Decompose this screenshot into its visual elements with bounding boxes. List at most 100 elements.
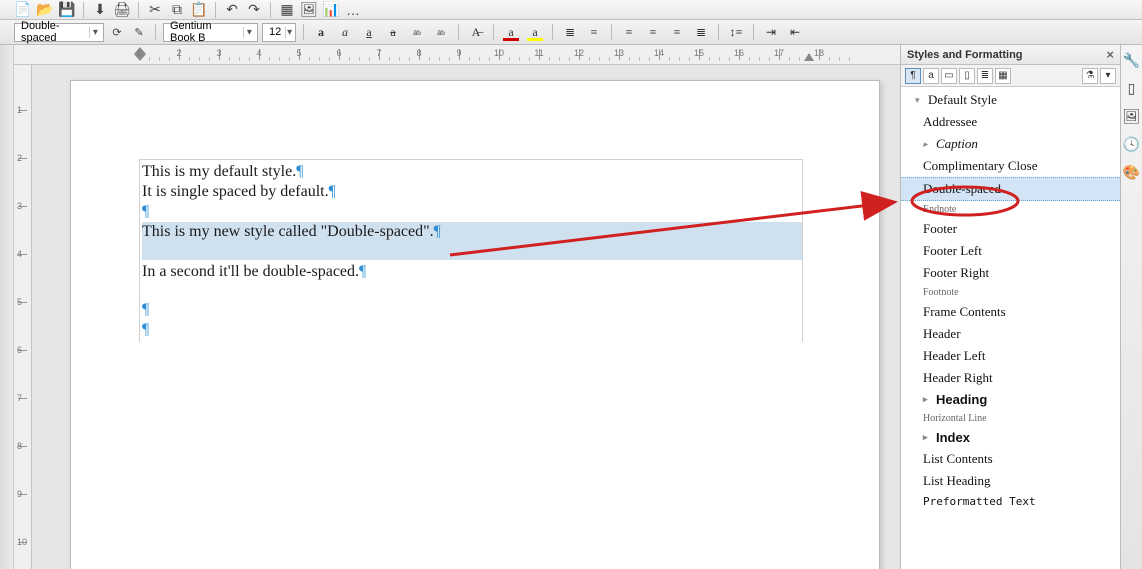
image-icon[interactable]: 🖼 [300,1,318,19]
list-styles-button[interactable]: ≣ [977,68,993,84]
redo-icon[interactable]: ↷ [245,1,263,19]
style-item-header[interactable]: Header [901,323,1120,345]
wrench-icon[interactable]: 🔧 [1123,51,1141,69]
style-item-index[interactable]: ▸Index [901,427,1120,448]
frame-styles-button[interactable]: ▭ [941,68,957,84]
style-item-footer-right[interactable]: Footer Right [901,262,1120,284]
open-icon[interactable]: 📂 [36,1,54,19]
decrease-indent-button[interactable]: ⇤ [785,22,805,42]
superscript-button[interactable]: ab [407,22,427,42]
formatting-toolbar: Double-spaced ▾ ⟳ ✎ Gentium Book B ▾ 12 … [0,20,1142,45]
doc-line[interactable]: It is single spaced by default.¶ [142,182,800,202]
style-item-heading[interactable]: ▸Heading [901,389,1120,410]
document-canvas[interactable]: This is my default style.¶ It is single … [32,65,900,569]
underline-button[interactable]: a [359,22,379,42]
align-center-button[interactable]: ≡ [643,22,663,42]
toolbar-more-icon[interactable]: … [344,1,362,19]
styles-list[interactable]: ▾Default Style Addressee ▸Caption Compli… [901,87,1120,569]
navigator-icon[interactable]: 🕓 [1123,135,1141,153]
fill-format-button[interactable]: ⚗ [1082,68,1098,84]
style-item-double-spaced[interactable]: Double-spaced [901,177,1120,201]
style-item-default[interactable]: ▾Default Style [901,89,1120,111]
paragraph-styles-button[interactable]: ¶ [905,68,921,84]
doc-line[interactable]: In a second it'll be double-spaced.¶ [142,262,800,282]
doc-line[interactable]: ¶ [142,202,800,222]
font-size-combo[interactable]: 12 ▾ [262,23,296,42]
undo-icon[interactable]: ↶ [223,1,241,19]
styles-sidebar: Styles and Formatting × ¶ a ▭ ▯ ≣ ▦ ⚗ ▾ … [900,45,1120,569]
chart-icon[interactable]: 📊 [322,1,340,19]
style-item-footnote[interactable]: Footnote [901,284,1120,301]
export-pdf-icon[interactable]: ⬇ [91,1,109,19]
paragraph-style-combo[interactable]: Double-spaced ▾ [14,23,104,42]
sidebar-header: Styles and Formatting × [901,45,1120,65]
clear-format-button[interactable]: A̶ [466,22,486,42]
right-icon-rail: 🔧 ▯ 🖼 🕓 🎨 [1120,45,1142,569]
style-item-list-heading[interactable]: List Heading [901,470,1120,492]
close-icon[interactable]: × [1106,47,1114,62]
page-styles-button[interactable]: ▯ [959,68,975,84]
sidebar-toolbar: ¶ a ▭ ▯ ≣ ▦ ⚗ ▾ [901,65,1120,87]
font-size-value: 12 [269,26,281,38]
highlight-button[interactable]: a [525,22,545,42]
style-item-caption[interactable]: ▸Caption [901,133,1120,155]
strike-button[interactable]: a [383,22,403,42]
print-icon[interactable]: 🖨 [113,1,131,19]
cut-icon[interactable]: ✂ [146,1,164,19]
style-item-list-contents[interactable]: List Contents [901,448,1120,470]
doc-line-selected[interactable]: This is my new style called "Double-spac… [142,222,800,242]
new-style-icon[interactable]: ✎ [130,23,148,41]
paste-icon[interactable]: 📋 [190,1,208,19]
bullets-button[interactable]: ≣ [560,22,580,42]
text-frame[interactable]: This is my default style.¶ It is single … [139,159,803,342]
align-justify-button[interactable]: ≣ [691,22,711,42]
update-style-icon[interactable]: ⟳ [108,23,126,41]
page: This is my default style.¶ It is single … [70,80,880,569]
numbering-button[interactable]: ≡ [584,22,604,42]
copy-icon[interactable]: ⧉ [168,1,186,19]
italic-button[interactable]: a [335,22,355,42]
line-spacing-button[interactable]: ↕≡ [726,22,746,42]
doc-line[interactable]: ¶ [142,300,800,320]
increase-indent-button[interactable]: ⇥ [761,22,781,42]
doc-line-selected-empty[interactable] [142,242,800,262]
table-icon[interactable]: ▦ [278,1,296,19]
table-styles-button[interactable]: ▦ [995,68,1011,84]
indent-marker-right[interactable] [804,47,814,61]
vertical-ruler[interactable]: 12345678910 [14,65,32,569]
chevron-down-icon: ▾ [243,27,255,38]
style-item-horizontal-line[interactable]: Horizontal Line [901,410,1120,427]
style-item-header-right[interactable]: Header Right [901,367,1120,389]
style-item-footer[interactable]: Footer [901,218,1120,240]
style-item-complimentary[interactable]: Complimentary Close [901,155,1120,177]
new-doc-icon[interactable]: 📄 [14,1,32,19]
character-styles-button[interactable]: a [923,68,939,84]
style-item-frame-contents[interactable]: Frame Contents [901,301,1120,323]
font-color-button[interactable]: a [501,22,521,42]
document-area: 123456789101112131415161718 12345678910 … [14,45,900,569]
gallery-icon[interactable]: 🖼 [1123,107,1141,125]
new-style-from-sel-button[interactable]: ▾ [1100,68,1116,84]
style-item-addressee[interactable]: Addressee [901,111,1120,133]
chevron-down-icon: ▾ [285,27,293,38]
subscript-button[interactable]: ab [431,22,451,42]
align-left-button[interactable]: ≡ [619,22,639,42]
horizontal-ruler[interactable]: 123456789101112131415161718 [14,45,900,65]
styles-rail-icon[interactable]: 🎨 [1123,163,1141,181]
style-item-footer-left[interactable]: Footer Left [901,240,1120,262]
style-item-header-left[interactable]: Header Left [901,345,1120,367]
sidebar-title: Styles and Formatting [907,49,1023,61]
font-name-value: Gentium Book B [170,20,239,44]
save-icon[interactable]: 💾 [58,1,76,19]
font-name-combo[interactable]: Gentium Book B ▾ [163,23,258,42]
doc-line[interactable]: ¶ [142,320,800,340]
paragraph-style-value: Double-spaced [21,20,85,44]
bold-button[interactable]: a [311,22,331,42]
style-item-preformatted[interactable]: Preformatted Text [901,492,1120,511]
align-right-button[interactable]: ≡ [667,22,687,42]
doc-line[interactable]: This is my default style.¶ [142,162,800,182]
chevron-down-icon: ▾ [89,27,101,38]
style-item-endnote[interactable]: Endnote [901,201,1120,218]
main-toolbar: 📄 📂 💾 ⬇ 🖨 ✂ ⧉ 📋 ↶ ↷ ▦ 🖼 📊 … [0,0,1142,20]
page-icon[interactable]: ▯ [1123,79,1141,97]
